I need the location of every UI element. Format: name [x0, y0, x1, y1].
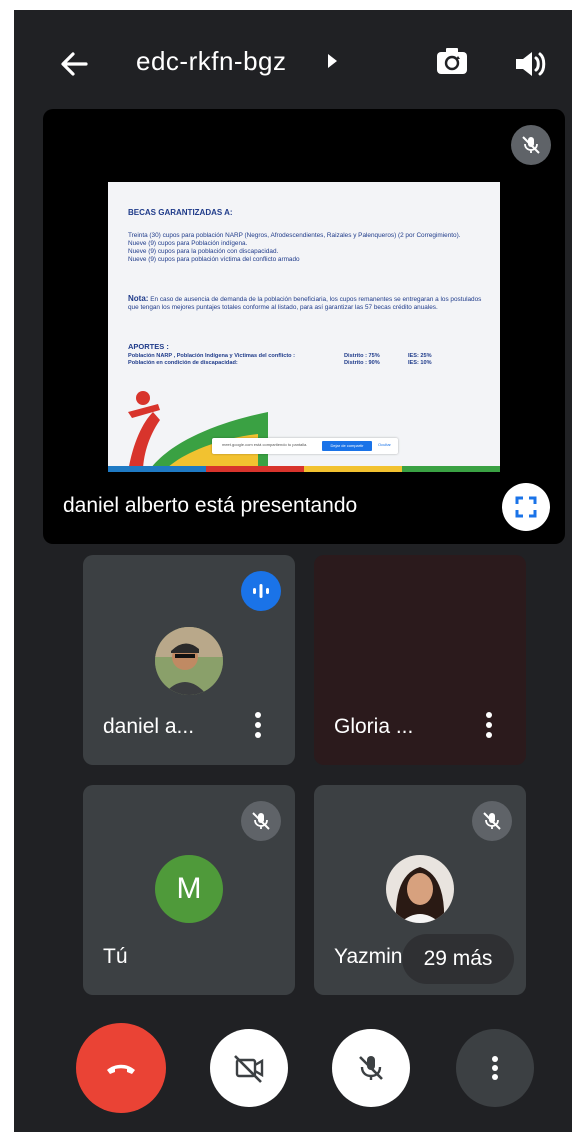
participant-tile-gloria[interactable]: Gloria ... [314, 555, 526, 765]
slide-body: Treinta (30) cupos para población NARP (… [128, 232, 490, 264]
note-text: En caso de ausencia de demanda de la pob… [128, 296, 482, 311]
speaker-icon[interactable] [512, 46, 548, 82]
aportes-row-ies: IES: 10% [408, 360, 432, 366]
slide-line: Treinta (30) cupos para población NARP (… [128, 232, 461, 239]
meeting-code[interactable]: edc-rkfn-bgz [136, 46, 287, 77]
switch-camera-icon[interactable] [432, 42, 472, 82]
end-call-button[interactable] [76, 1023, 166, 1113]
slide-logo-graphic [108, 382, 268, 472]
fullscreen-icon [515, 496, 537, 518]
aportes-row-label: Población en condición de discapacidad: [128, 360, 238, 366]
aportes-row-label: Población NARP , Población Indígena y Vi… [128, 353, 296, 359]
aportes-row-ies: IES: 25% [408, 353, 432, 359]
presenting-caption: daniel alberto está presentando [63, 494, 358, 517]
more-vert-icon[interactable] [249, 707, 267, 743]
participant-name: Yazmin [334, 945, 403, 968]
slide-title: BECAS GARANTIZADAS A: [128, 208, 233, 217]
participant-name: Gloria ... [334, 715, 414, 738]
participant-name: Tú [103, 945, 128, 968]
meet-screen: edc-rkfn-bgz BECAS GARANTIZADAS A: Trein… [14, 10, 572, 1132]
avatar [386, 855, 454, 923]
camera-toggle-button[interactable] [210, 1029, 288, 1107]
meeting-info-chevron-icon[interactable] [328, 54, 337, 68]
participant-tile-you[interactable]: M Tú [83, 785, 295, 995]
note-label: Nota: [128, 294, 149, 303]
presentation-tile[interactable]: BECAS GARANTIZADAS A: Treinta (30) cupos… [43, 109, 565, 544]
mic-toggle-button[interactable] [332, 1029, 410, 1107]
more-vert-icon [492, 1056, 498, 1080]
slide-line: Nueve (9) cupos para Población indígena. [128, 240, 248, 247]
hang-up-icon [107, 1064, 135, 1074]
participant-tile-daniel[interactable]: daniel a... [83, 555, 295, 765]
avatar-initial: M [155, 855, 223, 923]
share-screen-bar: meet.google.com está compartiendo tu pan… [212, 438, 398, 454]
slide-note: Nota: En caso de ausencia de demanda de … [128, 295, 490, 312]
more-participants-chip[interactable]: 29 más [402, 934, 514, 984]
avatar [155, 627, 223, 695]
stop-sharing-button[interactable]: Dejar de compartir [322, 441, 372, 451]
hide-share-bar-link[interactable]: Ocultar [378, 442, 391, 447]
speaking-indicator-icon [241, 571, 281, 611]
slide-line: Nueve (9) cupos para población víctima d… [128, 256, 300, 263]
more-vert-icon[interactable] [480, 707, 498, 743]
back-arrow-icon[interactable] [56, 46, 92, 82]
fullscreen-button[interactable] [502, 483, 550, 531]
aportes-title: APORTES : [128, 342, 169, 351]
more-options-button[interactable] [456, 1029, 534, 1107]
mic-off-icon [511, 125, 551, 165]
slide-line: Nueve (9) cupos para la población con di… [128, 248, 279, 255]
mic-off-icon [359, 1056, 383, 1080]
aportes-row-distrito: Distrito : 75% [344, 353, 380, 359]
mic-off-icon [241, 801, 281, 841]
shared-slide: BECAS GARANTIZADAS A: Treinta (30) cupos… [108, 182, 500, 472]
mic-off-icon [472, 801, 512, 841]
videocam-off-icon [234, 1055, 264, 1083]
slide-color-stripe [108, 466, 500, 472]
participant-name: daniel a... [103, 715, 195, 738]
top-bar: edc-rkfn-bgz [14, 10, 572, 110]
share-bar-text: meet.google.com está compartiendo tu pan… [222, 442, 308, 447]
aportes-row-distrito: Distrito : 90% [344, 360, 380, 366]
